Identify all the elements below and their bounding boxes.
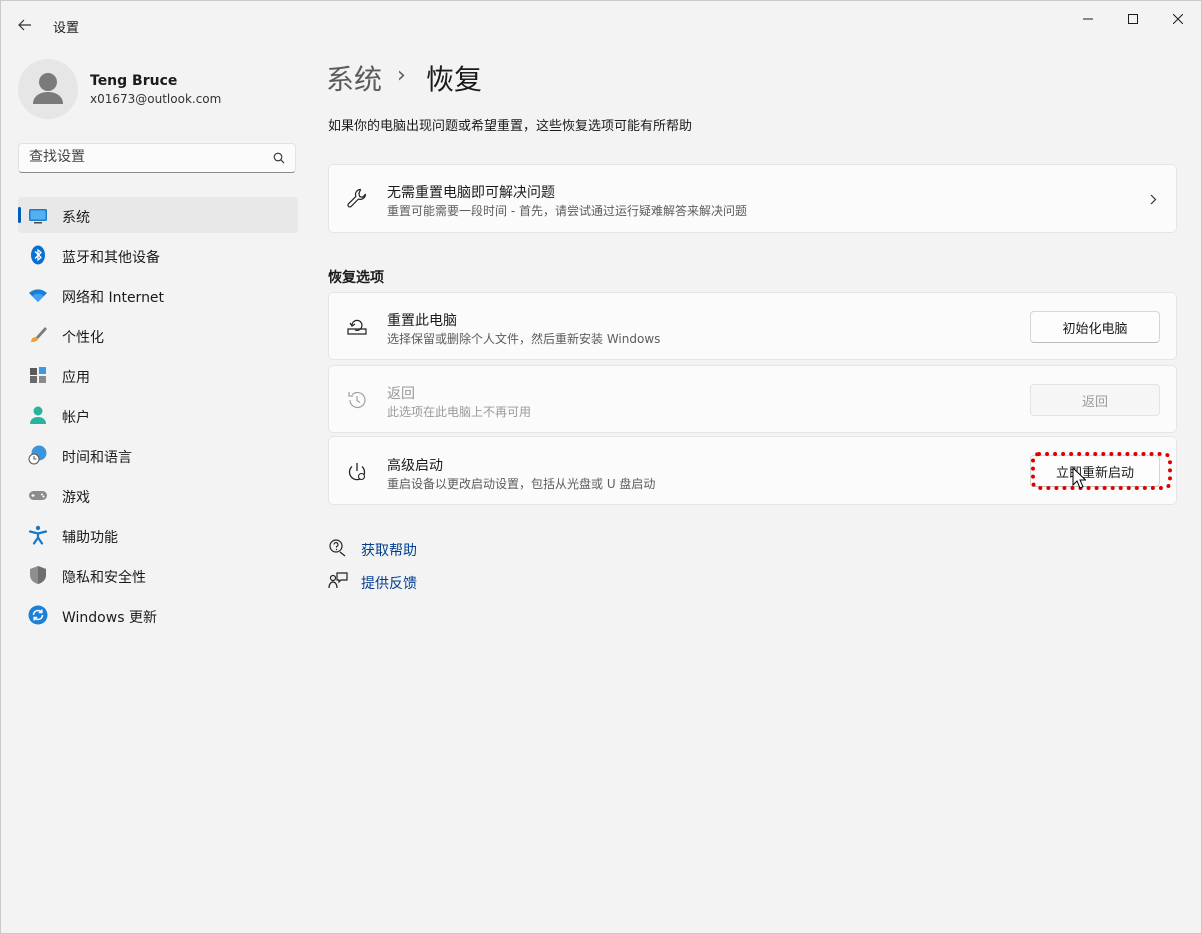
feedback-link[interactable]: 提供反馈: [328, 571, 417, 592]
sidebar-item-label: 应用: [62, 370, 90, 386]
sidebar-item-privacy[interactable]: 隐私和安全性: [18, 557, 298, 593]
back-arrow-icon: [18, 19, 31, 31]
reset-pc-desc: 选择保留或删除个人文件，然后重新安装 Windows: [387, 332, 661, 346]
account-icon: [30, 406, 46, 424]
advanced-startup-desc: 重启设备以更改启动设置，包括从光盘或 U 盘启动: [387, 477, 656, 491]
page-subtitle: 如果你的电脑出现问题或希望重置，这些恢复选项可能有所帮助: [328, 119, 693, 134]
reset-pc-title: 重置此电脑: [387, 313, 457, 329]
restart-now-button[interactable]: 立即重新启动: [1030, 455, 1160, 487]
breadcrumb-parent[interactable]: 系统: [326, 58, 382, 98]
troubleshoot-title: 无需重置电脑即可解决问题: [387, 185, 555, 201]
close-icon: [1173, 14, 1183, 24]
maximize-button[interactable]: [1111, 5, 1155, 33]
sidebar-item-accounts[interactable]: 帐户: [18, 397, 298, 433]
sidebar-nav: 系统 蓝牙和其他设备 网络和 Internet 个性化 应用 帐户 时间和语言: [18, 197, 298, 637]
bluetooth-icon: [31, 245, 45, 265]
sidebar-item-system[interactable]: 系统: [18, 197, 298, 233]
update-icon: [28, 605, 48, 625]
search-input[interactable]: [29, 149, 259, 165]
sidebar-item-apps[interactable]: 应用: [18, 357, 298, 393]
reset-pc-icon: [347, 319, 367, 335]
gamepad-icon: [29, 491, 47, 500]
sidebar-item-gaming[interactable]: 游戏: [18, 477, 298, 513]
user-email: x01673@outlook.com: [90, 92, 222, 106]
search-box[interactable]: [18, 143, 296, 173]
minimize-icon: [1083, 18, 1093, 20]
advanced-startup-title: 高级启动: [387, 458, 443, 474]
go-back-card: 返回 此选项在此电脑上不再可用 返回: [328, 365, 1177, 433]
settings-window: 设置 Teng Bruce x01673@outlook.com 系统 蓝牙和其: [0, 0, 1202, 934]
reset-pc-button[interactable]: 初始化电脑: [1030, 311, 1160, 343]
sidebar-item-bluetooth[interactable]: 蓝牙和其他设备: [18, 237, 298, 273]
page-title: 恢复: [426, 63, 483, 96]
chevron-right-icon: [1150, 194, 1157, 205]
user-avatar-icon: [33, 73, 63, 104]
get-help-label[interactable]: 获取帮助: [361, 540, 417, 560]
go-back-button[interactable]: 返回: [1030, 384, 1160, 416]
breadcrumb-separator: ›: [397, 63, 406, 88]
accessibility-icon: [28, 525, 48, 545]
troubleshoot-desc: 重置可能需要一段时间 - 首先，请尝试通过运行疑难解答来解决问题: [387, 204, 747, 218]
title-bar: 设置: [1, 1, 1201, 49]
sidebar-item-label: 网络和 Internet: [62, 290, 165, 306]
sidebar-item-label: 蓝牙和其他设备: [62, 250, 160, 266]
sidebar-item-windows-update[interactable]: Windows 更新: [18, 597, 298, 633]
wifi-icon: [29, 289, 47, 302]
reset-pc-card: 重置此电脑 选择保留或删除个人文件，然后重新安装 Windows 初始化电脑: [328, 292, 1177, 360]
sidebar-item-time-language[interactable]: 时间和语言: [18, 437, 298, 473]
history-icon: [348, 391, 366, 409]
globe-clock-icon: [28, 445, 47, 465]
sidebar-item-network[interactable]: 网络和 Internet: [18, 277, 298, 313]
sidebar-item-label: 游戏: [62, 490, 90, 506]
recovery-section-label: 恢复选项: [328, 270, 384, 286]
sidebar-item-accessibility[interactable]: 辅助功能: [18, 517, 298, 553]
go-back-desc: 此选项在此电脑上不再可用: [387, 405, 532, 419]
feedback-label[interactable]: 提供反馈: [361, 573, 417, 593]
troubleshoot-card[interactable]: 无需重置电脑即可解决问题 重置可能需要一段时间 - 首先，请尝试通过运行疑难解答…: [328, 164, 1177, 233]
brush-icon: [31, 327, 47, 342]
sidebar-item-label: 辅助功能: [62, 530, 118, 546]
mouse-cursor-icon: [1072, 467, 1086, 489]
minimize-button[interactable]: [1066, 5, 1110, 33]
go-back-title: 返回: [387, 386, 415, 402]
back-button[interactable]: [13, 13, 37, 37]
search-icon: [273, 152, 285, 164]
sidebar-item-label: 系统: [62, 210, 90, 226]
close-button[interactable]: [1156, 5, 1200, 33]
sidebar-item-label: 隐私和安全性: [62, 570, 146, 586]
advanced-startup-card: 高级启动 重启设备以更改启动设置，包括从光盘或 U 盘启动 立即重新启动: [328, 436, 1177, 505]
advanced-startup-icon: [348, 463, 366, 481]
shield-icon: [30, 566, 46, 584]
feedback-icon: [328, 572, 348, 589]
system-icon: [29, 209, 47, 224]
sidebar-item-label: 时间和语言: [62, 450, 132, 466]
user-name: Teng Bruce: [90, 73, 178, 89]
maximize-icon: [1128, 14, 1138, 24]
avatar[interactable]: [18, 59, 78, 119]
apps-icon: [30, 367, 46, 383]
get-help-link[interactable]: 获取帮助: [328, 538, 417, 559]
sidebar-item-label: 帐户: [62, 410, 90, 426]
wrench-icon: [347, 188, 366, 208]
app-title: 设置: [53, 21, 80, 36]
help-chat-icon: [329, 539, 346, 557]
sidebar-item-label: Windows 更新: [62, 610, 157, 626]
sidebar-item-personalization[interactable]: 个性化: [18, 317, 298, 353]
sidebar-item-label: 个性化: [62, 330, 104, 346]
